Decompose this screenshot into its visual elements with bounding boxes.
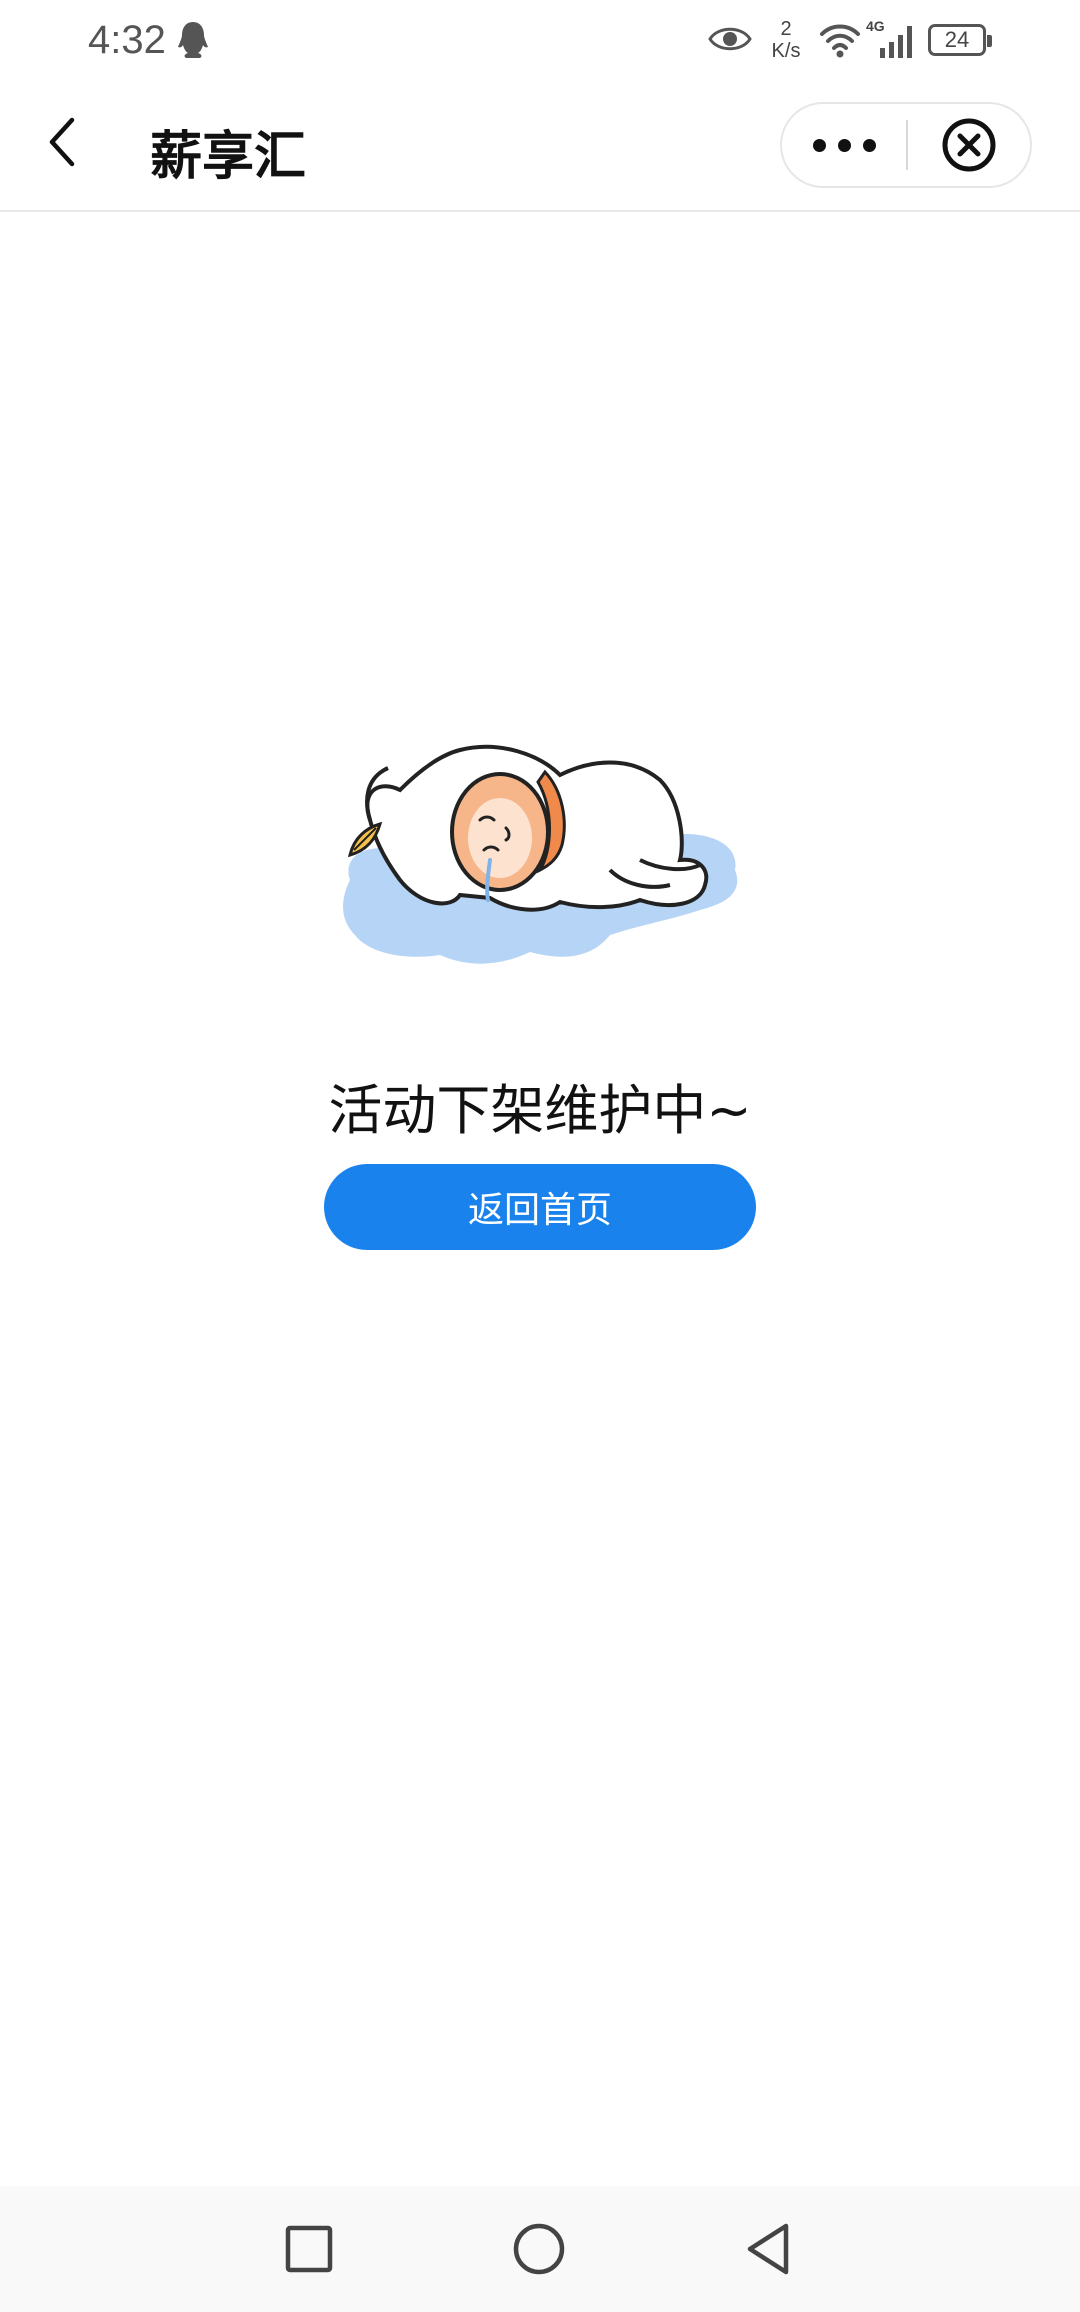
status-time: 4:32 bbox=[88, 18, 166, 62]
more-dot bbox=[862, 138, 876, 152]
recent-apps-icon[interactable] bbox=[276, 2216, 342, 2282]
back-to-home-button[interactable]: 返回首页 bbox=[324, 1164, 756, 1250]
signal-icon bbox=[880, 26, 912, 58]
eye-icon bbox=[708, 27, 752, 51]
status-bar: 4:32 2 K/s 4G 24 bbox=[0, 0, 1080, 84]
back-icon[interactable] bbox=[736, 2216, 802, 2282]
wifi-icon bbox=[820, 24, 860, 58]
close-circle-icon bbox=[942, 118, 996, 172]
net-speed-value: 2 bbox=[780, 18, 792, 40]
battery-level: 24 bbox=[944, 27, 970, 52]
net-speed-unit: K/s bbox=[771, 40, 801, 62]
more-dots-icon bbox=[812, 138, 826, 152]
page-title: 薪享汇 bbox=[150, 127, 307, 187]
close-button[interactable] bbox=[908, 104, 1030, 186]
qq-icon bbox=[178, 22, 208, 58]
net-speed: 2 K/s bbox=[766, 18, 806, 62]
more-dot bbox=[837, 138, 851, 152]
sleeping-character-illustration bbox=[343, 744, 738, 964]
system-navigation-bar bbox=[0, 2186, 1080, 2312]
capsule-menu bbox=[780, 102, 1032, 188]
status-message: 活动下架维护中~ bbox=[328, 1079, 752, 1142]
chevron-left-icon bbox=[49, 117, 75, 167]
back-button[interactable] bbox=[30, 110, 94, 174]
battery-icon: 24 bbox=[928, 24, 992, 56]
nav-bar: 薪享汇 bbox=[0, 84, 1080, 212]
home-icon[interactable] bbox=[506, 2216, 572, 2282]
more-button[interactable] bbox=[782, 104, 906, 186]
